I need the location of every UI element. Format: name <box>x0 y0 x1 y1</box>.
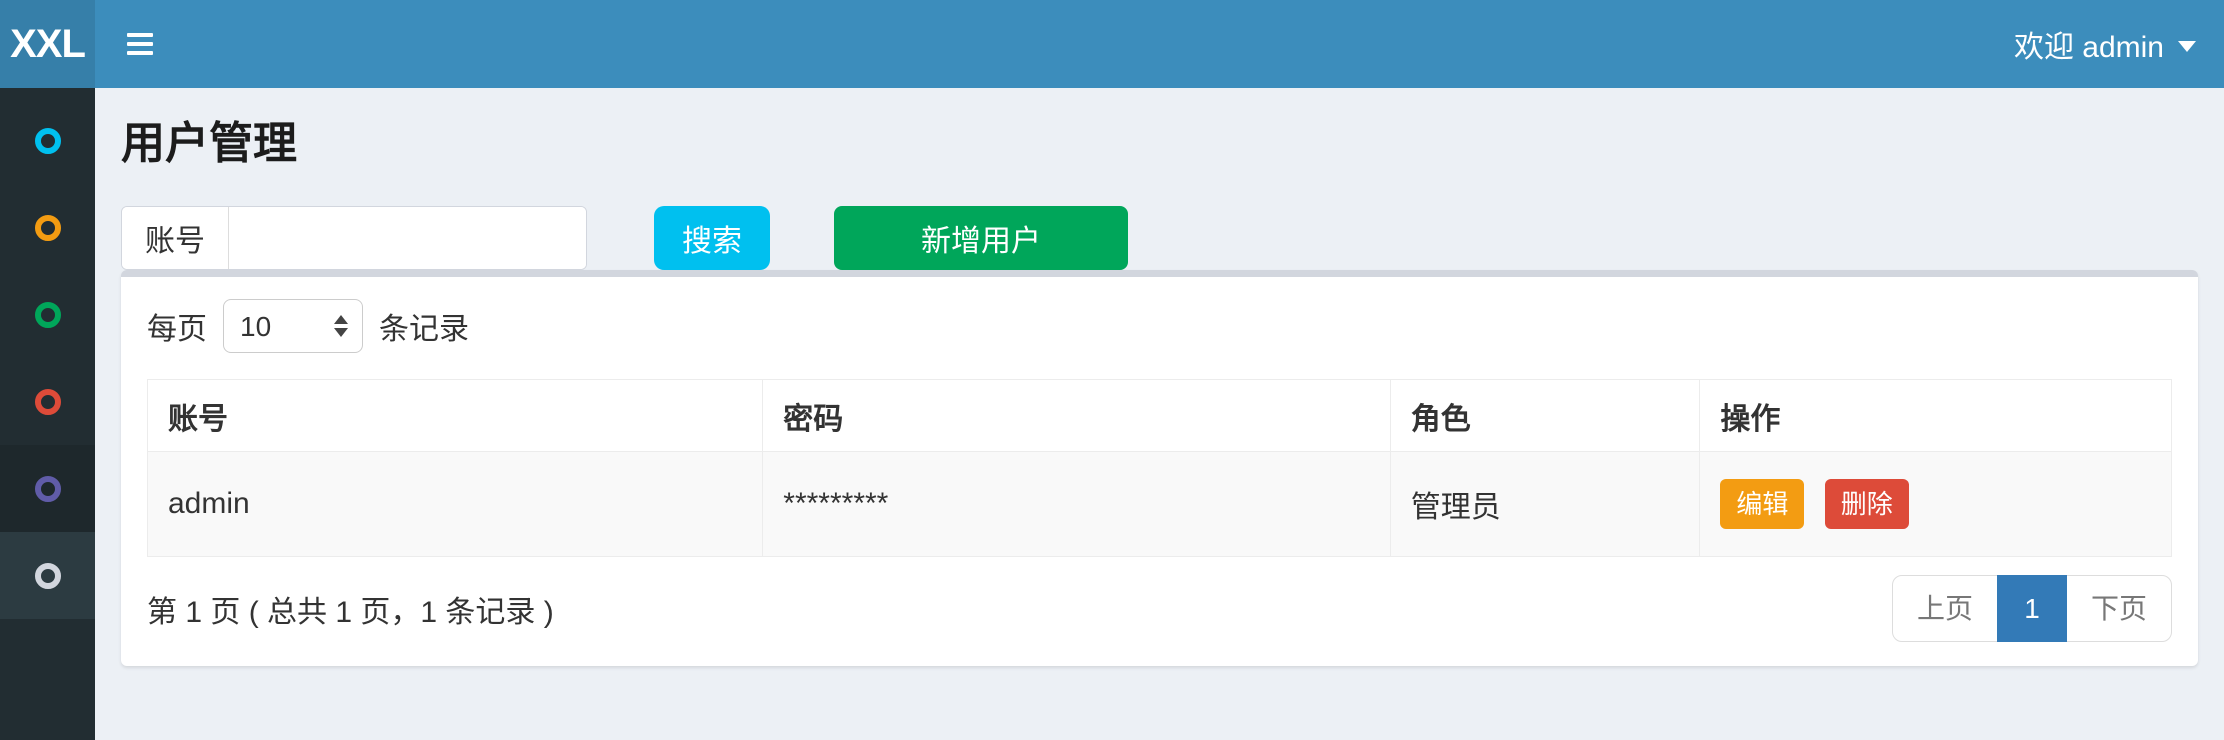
caret-down-icon <box>2178 41 2196 52</box>
column-header-role: 角色 <box>1390 380 1700 452</box>
column-header-actions: 操作 <box>1700 380 2172 452</box>
column-header-account: 账号 <box>148 380 763 452</box>
circle-outline-icon <box>35 563 61 589</box>
cell-role: 管理员 <box>1390 452 1700 557</box>
user-table: 账号 密码 角色 操作 admin ********* 管理员 编辑 删除 <box>147 379 2172 557</box>
page-size-select-wrap: 10 <box>223 299 363 353</box>
search-button[interactable]: 搜索 <box>654 206 770 270</box>
sidebar-item-3[interactable] <box>0 271 95 358</box>
cell-password: ********* <box>763 452 1390 557</box>
sidebar-item-2[interactable] <box>0 184 95 271</box>
page-size-select[interactable]: 10 <box>223 299 363 353</box>
sidebar-item-5-active[interactable] <box>0 445 95 532</box>
user-menu[interactable]: 欢迎 admin <box>1986 0 2224 88</box>
sidebar-item-6[interactable] <box>0 532 95 619</box>
sidebar <box>0 88 95 740</box>
pagination-prev-button[interactable]: 上页 <box>1892 575 1998 642</box>
circle-outline-icon <box>35 302 61 328</box>
cell-actions: 编辑 删除 <box>1700 452 2172 557</box>
circle-outline-icon <box>35 389 61 415</box>
top-navbar: XXL 欢迎 admin <box>0 0 2224 88</box>
page-title: 用户管理 <box>121 118 2198 170</box>
account-input[interactable] <box>229 207 586 269</box>
account-field-label: 账号 <box>122 207 229 269</box>
pagination-page-1-active[interactable]: 1 <box>1997 575 2067 642</box>
sidebar-item-4[interactable] <box>0 358 95 445</box>
user-list-panel: 每页 10 条记录 账号 密码 角色 操作 <box>121 270 2198 666</box>
hamburger-icon <box>127 51 153 55</box>
circle-outline-icon <box>35 128 61 154</box>
pagination-summary: 第 1 页 ( 总共 1 页，1 条记录 ) <box>147 587 554 631</box>
table-row: admin ********* 管理员 编辑 删除 <box>148 452 2172 557</box>
app-logo: XXL <box>0 0 95 88</box>
pagination-next-button[interactable]: 下页 <box>2066 575 2172 642</box>
edit-button[interactable]: 编辑 <box>1720 479 1804 529</box>
sidebar-item-1[interactable] <box>0 97 95 184</box>
add-user-button[interactable]: 新增用户 <box>834 206 1128 270</box>
page-size-row: 每页 10 条记录 <box>147 299 2172 353</box>
account-input-group: 账号 <box>121 206 587 270</box>
welcome-label: 欢迎 admin <box>2014 22 2164 66</box>
cell-account: admin <box>148 452 763 557</box>
sidebar-toggle-button[interactable] <box>123 27 157 61</box>
hamburger-icon <box>127 42 153 46</box>
circle-outline-icon <box>35 476 61 502</box>
column-header-password: 密码 <box>763 380 1390 452</box>
circle-outline-icon <box>35 215 61 241</box>
page-size-prefix-label: 每页 <box>147 304 207 348</box>
search-toolbar: 账号 搜索 新增用户 <box>121 206 2198 270</box>
pagination: 上页 1 下页 <box>1892 575 2172 642</box>
hamburger-icon <box>127 33 153 37</box>
table-header-row: 账号 密码 角色 操作 <box>148 380 2172 452</box>
delete-button[interactable]: 删除 <box>1825 479 1909 529</box>
main-content: 用户管理 账号 搜索 新增用户 每页 10 条记录 <box>95 88 2224 740</box>
page-size-suffix-label: 条记录 <box>379 304 469 348</box>
table-footer: 第 1 页 ( 总共 1 页，1 条记录 ) 上页 1 下页 <box>147 575 2172 642</box>
